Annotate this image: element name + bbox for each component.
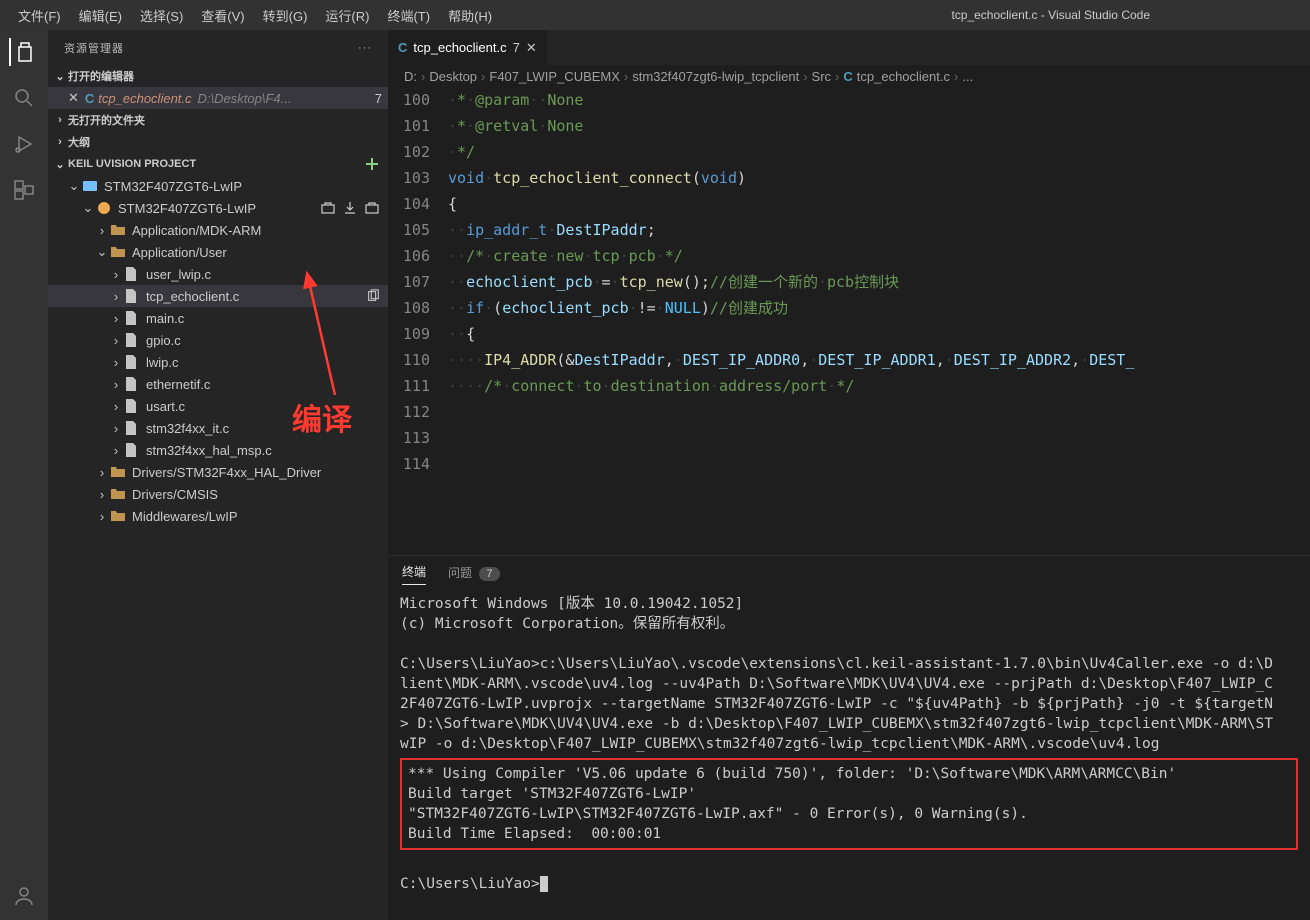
open-editor-path: D:\Desktop\F4... — [198, 91, 369, 106]
open-editor-name: tcp_echoclient.c — [98, 91, 191, 106]
close-icon[interactable]: ✕ — [526, 40, 537, 56]
file-gpio-c[interactable]: ›gpio.c — [48, 329, 388, 351]
build-icon[interactable] — [320, 200, 336, 216]
file-stm32f4xx_hal_msp-c[interactable]: ›stm32f4xx_hal_msp.c — [48, 439, 388, 461]
more-icon[interactable]: ··· — [358, 42, 372, 54]
accounts-icon[interactable] — [10, 882, 38, 910]
close-icon[interactable]: ✕ — [68, 90, 79, 106]
menu-view[interactable]: 查看(V) — [193, 2, 252, 29]
file-ethernetif-c[interactable]: ›ethernetif.c — [48, 373, 388, 395]
section-open-editors[interactable]: ⌄打开的编辑器 — [48, 65, 388, 87]
problems-badge: 7 — [479, 567, 499, 581]
editor-area: C tcp_echoclient.c 7 ✕ D: ›Desktop ›F407… — [388, 30, 1310, 920]
sidebar: 资源管理器 ··· ⌄打开的编辑器 ✕ C tcp_echoclient.c D… — [48, 30, 388, 920]
file-stm32f4xx_it-c[interactable]: ›stm32f4xx_it.c — [48, 417, 388, 439]
search-icon[interactable] — [10, 84, 38, 112]
panel-tabs: 终端 问题 7 — [388, 556, 1310, 588]
tab-terminal[interactable]: 终端 — [402, 559, 426, 585]
extensions-icon[interactable] — [10, 176, 38, 204]
breadcrumb-part[interactable]: ... — [962, 69, 973, 84]
group-Middlewares-LwIP[interactable]: ›Middlewares/LwIP — [48, 505, 388, 527]
explorer-title: 资源管理器 ··· — [48, 30, 388, 65]
code-editor[interactable]: 1001011021031041051061071081091101111121… — [388, 87, 1310, 555]
menu-file[interactable]: 文件(F) — [10, 2, 69, 29]
tab-mod-count: 7 — [513, 40, 520, 55]
add-project-icon[interactable] — [364, 156, 388, 172]
project-root[interactable]: ⌄STM32F407ZGT6-LwIP — [48, 175, 388, 197]
section-no-folder[interactable]: ›无打开的文件夹 — [48, 109, 388, 131]
tab-problems[interactable]: 问题 7 — [448, 560, 499, 585]
file-lwip-c[interactable]: ›lwip.c — [48, 351, 388, 373]
project-target[interactable]: ⌄STM32F407ZGT6-LwIP — [48, 197, 388, 219]
menu-terminal[interactable]: 终端(T) — [379, 2, 438, 29]
file-user_lwip-c[interactable]: ›user_lwip.c — [48, 263, 388, 285]
menu-select[interactable]: 选择(S) — [132, 2, 191, 29]
terminal-output[interactable]: Microsoft Windows [版本 10.0.19042.1052] (… — [388, 588, 1310, 920]
breadcrumb-part[interactable]: D: — [404, 69, 417, 84]
c-file-icon: C — [398, 40, 407, 55]
section-keil-project[interactable]: ⌄KEIL UVISION PROJECT — [48, 153, 388, 175]
titlebar: 文件(F) 编辑(E) 选择(S) 查看(V) 转到(G) 运行(R) 终端(T… — [0, 0, 1310, 30]
activity-bar — [0, 30, 48, 920]
editor-tabs: C tcp_echoclient.c 7 ✕ — [388, 30, 1310, 65]
menu-bar: 文件(F) 编辑(E) 选择(S) 查看(V) 转到(G) 运行(R) 终端(T… — [10, 2, 500, 29]
breadcrumb-part[interactable]: Src — [812, 69, 832, 84]
group-Drivers-CMSIS[interactable]: ›Drivers/CMSIS — [48, 483, 388, 505]
panel: 终端 问题 7 Microsoft Windows [版本 10.0.19042… — [388, 555, 1310, 920]
tab-filename: tcp_echoclient.c — [413, 40, 506, 55]
breadcrumb-part[interactable]: stm32f407zgt6-lwip_tcpclient — [632, 69, 799, 84]
run-debug-icon[interactable] — [10, 130, 38, 158]
section-outline[interactable]: ›大纲 — [48, 131, 388, 153]
group-Application-MDK-ARM[interactable]: ›Application/MDK-ARM — [48, 219, 388, 241]
menu-help[interactable]: 帮助(H) — [440, 2, 500, 29]
c-file-icon: C — [85, 91, 94, 106]
menu-goto[interactable]: 转到(G) — [255, 2, 316, 29]
copy-icon[interactable] — [366, 289, 380, 303]
menu-run[interactable]: 运行(R) — [317, 2, 377, 29]
menu-edit[interactable]: 编辑(E) — [71, 2, 130, 29]
rebuild-icon[interactable] — [364, 200, 380, 216]
file-main-c[interactable]: ›main.c — [48, 307, 388, 329]
tab-tcp-echoclient[interactable]: C tcp_echoclient.c 7 ✕ — [388, 30, 548, 65]
window-title: tcp_echoclient.c - Visual Studio Code — [951, 8, 1150, 22]
breadcrumb-part[interactable]: Desktop — [429, 69, 477, 84]
breadcrumb[interactable]: D: ›Desktop ›F407_LWIP_CUBEMX ›stm32f407… — [388, 65, 1310, 87]
explorer-icon[interactable] — [9, 38, 37, 66]
open-editor-mod: 7 — [375, 91, 382, 106]
file-usart-c[interactable]: ›usart.c — [48, 395, 388, 417]
group-Application-User[interactable]: ⌄Application/User — [48, 241, 388, 263]
group-Drivers-STM32F4xx_HAL_Driver[interactable]: ›Drivers/STM32F4xx_HAL_Driver — [48, 461, 388, 483]
open-editor-item[interactable]: ✕ C tcp_echoclient.c D:\Desktop\F4... 7 — [48, 87, 388, 109]
download-icon[interactable] — [342, 200, 358, 216]
breadcrumb-part[interactable]: F407_LWIP_CUBEMX — [489, 69, 620, 84]
file-tcp_echoclient-c[interactable]: ›tcp_echoclient.c — [48, 285, 388, 307]
breadcrumb-part[interactable]: Ctcp_echoclient.c — [843, 69, 950, 84]
